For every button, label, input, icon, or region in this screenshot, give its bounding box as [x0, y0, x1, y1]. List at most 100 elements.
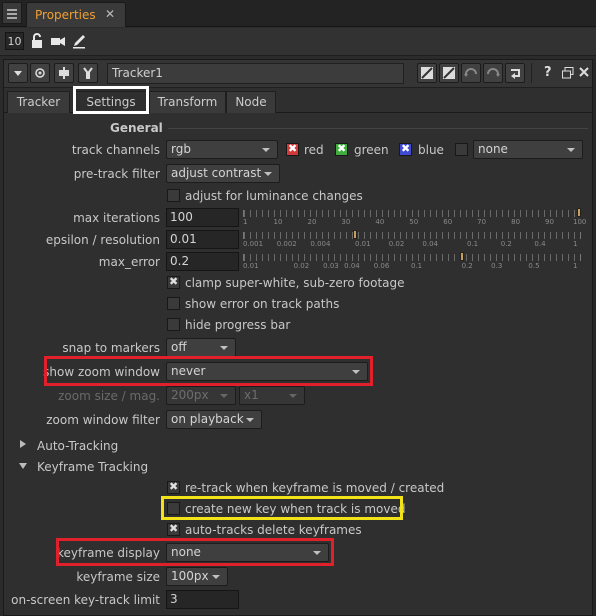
max-error-input[interactable]: 0.2: [166, 252, 239, 271]
properties-tab[interactable]: Properties ✕: [26, 2, 126, 27]
slider-tick-label: 0.04: [344, 262, 360, 270]
zoom-mag-dropdown[interactable]: x1: [239, 386, 305, 405]
view-icon[interactable]: [30, 63, 50, 83]
max-error-slider[interactable]: 0.01 0.02 0.03 0.04 0.06 0.1 0.2 0.3 0.5 1: [239, 252, 583, 272]
hide-progress-checkbox[interactable]: [167, 318, 180, 331]
adjust-luminance-checkbox[interactable]: [167, 189, 180, 202]
max-iterations-input[interactable]: 100: [166, 208, 239, 227]
zoom-window-filter-dropdown[interactable]: on playback: [166, 410, 262, 429]
slider-tick-label: 0.004: [310, 240, 331, 248]
color-a-icon[interactable]: [417, 63, 437, 83]
slider-tick-label: 40: [375, 218, 385, 226]
auto-delete-label: auto-tracks delete keyframes: [185, 523, 362, 537]
epsilon-label: epsilon / resolution: [45, 233, 160, 247]
slider-tick-label: 20: [307, 218, 317, 226]
collapse-icon[interactable]: [8, 63, 28, 83]
retrack-label: re-track when keyframe is moved / create…: [185, 481, 445, 495]
auto-tracking-title[interactable]: Auto-Tracking: [37, 439, 118, 453]
slider-tick-label: 0.03: [323, 262, 339, 270]
slider-tick-label: 1: [243, 218, 248, 226]
keyframe-size-label: keyframe size: [76, 570, 160, 584]
tab-node[interactable]: Node: [226, 91, 276, 113]
node-icon[interactable]: [54, 63, 74, 83]
hide-progress-label: hide progress bar: [185, 318, 291, 332]
slider-tick-label: 0.2: [500, 240, 512, 248]
zoom-size-dropdown[interactable]: 200px: [166, 386, 236, 405]
adjust-luminance-label: adjust for luminance changes: [185, 189, 363, 203]
general-section-title: General: [110, 121, 163, 135]
max-iterations-slider[interactable]: 1 10 20 30 40 50 60 70 80 90 100: [239, 208, 586, 228]
retrack-checkbox[interactable]: [167, 480, 180, 494]
pre-track-filter-label: pre-track filter: [73, 167, 160, 181]
node-name-field[interactable]: Tracker1: [107, 63, 404, 84]
blue-channel-label: blue: [418, 143, 444, 157]
slider-tick-label: 0.06: [373, 262, 390, 270]
slider-tick-label: 0.5: [528, 262, 540, 270]
slider-tick-label: 70: [477, 218, 487, 226]
float-icon[interactable]: [562, 67, 574, 79]
blue-channel-checkbox[interactable]: [399, 142, 412, 156]
color-b-icon[interactable]: [439, 63, 459, 83]
create-key-highlight: [161, 496, 403, 520]
key-track-limit-input[interactable]: 3: [166, 590, 239, 609]
redo-icon[interactable]: [483, 63, 503, 83]
auto-delete-checkbox[interactable]: [167, 522, 180, 536]
slider-tick-label: 30: [341, 218, 351, 226]
pre-track-filter-dropdown[interactable]: adjust contrast: [166, 164, 280, 183]
slider-tick-labels: 1 10 20 30 40 50 60 70 80 90 100: [239, 218, 586, 228]
close-icon[interactable]: [578, 66, 590, 78]
revert-icon[interactable]: [505, 63, 525, 83]
grip-icon[interactable]: [2, 2, 22, 24]
slider-handle[interactable]: [353, 230, 357, 239]
zoom-size-label: zoom size / mag.: [58, 389, 160, 403]
slider-tick-label: 0.01: [355, 240, 371, 248]
expand-icon[interactable]: [20, 440, 26, 448]
show-error-label: show error on track paths: [185, 297, 340, 311]
slider-tick-label: 10: [273, 218, 283, 226]
red-channel-label: red: [304, 143, 324, 157]
collapse-section-icon[interactable]: [19, 463, 27, 469]
pencil-icon[interactable]: [71, 33, 87, 49]
max-iterations-label: max iterations: [73, 211, 160, 225]
tab-tracker[interactable]: Tracker: [7, 91, 70, 113]
clamp-checkbox[interactable]: [167, 275, 180, 289]
properties-toolbar: 10: [0, 28, 596, 56]
slider-tick-label: 80: [511, 218, 521, 226]
slider-tick-label: 0.04: [422, 240, 439, 248]
settings-icon[interactable]: [78, 63, 98, 83]
snap-to-markers-label: snap to markers: [62, 341, 160, 355]
slider-tick-label: 1: [573, 240, 578, 248]
slider-tick-label: 0.1: [467, 240, 479, 248]
key-track-limit-label: on-screen key-track limit: [11, 593, 160, 607]
show-error-checkbox[interactable]: [167, 297, 180, 310]
help-icon[interactable]: ?: [544, 65, 552, 80]
keyframe-tracking-title[interactable]: Keyframe Tracking: [37, 460, 148, 474]
node-header: Tracker1 ?: [4, 60, 592, 88]
track-channels-dropdown[interactable]: rgb: [166, 140, 278, 159]
camera-icon[interactable]: [50, 33, 66, 49]
slider-tick-labels: 0.01 0.02 0.03 0.04 0.06 0.1 0.2 0.3 0.5 1: [239, 262, 583, 272]
slider-handle[interactable]: [577, 208, 581, 217]
slider-tick-label: 1: [573, 262, 578, 270]
snap-to-markers-dropdown[interactable]: off: [166, 338, 236, 357]
green-channel-checkbox[interactable]: [335, 142, 348, 156]
slider-tick-label: 0.1: [411, 262, 423, 270]
epsilon-slider[interactable]: 0.001 0.002 0.004 0.01 0.02 0.04 0.1 0.2 0.4 1: [239, 230, 583, 250]
slider-tick-label: 0.001: [243, 240, 264, 248]
slider-tick-label: 60: [443, 218, 453, 226]
zoom-window-filter-label: zoom window filter: [46, 413, 160, 427]
epsilon-input[interactable]: 0.01: [166, 230, 239, 249]
slider-track: [243, 210, 581, 217]
extra-channel-dropdown[interactable]: none: [473, 140, 583, 159]
extra-channel-checkbox[interactable]: [455, 143, 468, 156]
close-tab-icon[interactable]: ✕: [105, 7, 115, 21]
lock-icon[interactable]: [29, 33, 45, 49]
red-channel-checkbox[interactable]: [286, 142, 299, 156]
slider-handle[interactable]: [459, 252, 464, 261]
undo-icon[interactable]: [461, 63, 481, 83]
panel-tab-bar: Properties ✕: [0, 0, 596, 27]
slider-tick-labels: 0.001 0.002 0.004 0.01 0.02 0.04 0.1 0.2 0.4 1: [239, 240, 583, 250]
max-panels-field[interactable]: 10: [5, 32, 24, 50]
tab-transform[interactable]: Transform: [149, 91, 226, 113]
keyframe-size-dropdown[interactable]: 100px: [166, 567, 228, 586]
